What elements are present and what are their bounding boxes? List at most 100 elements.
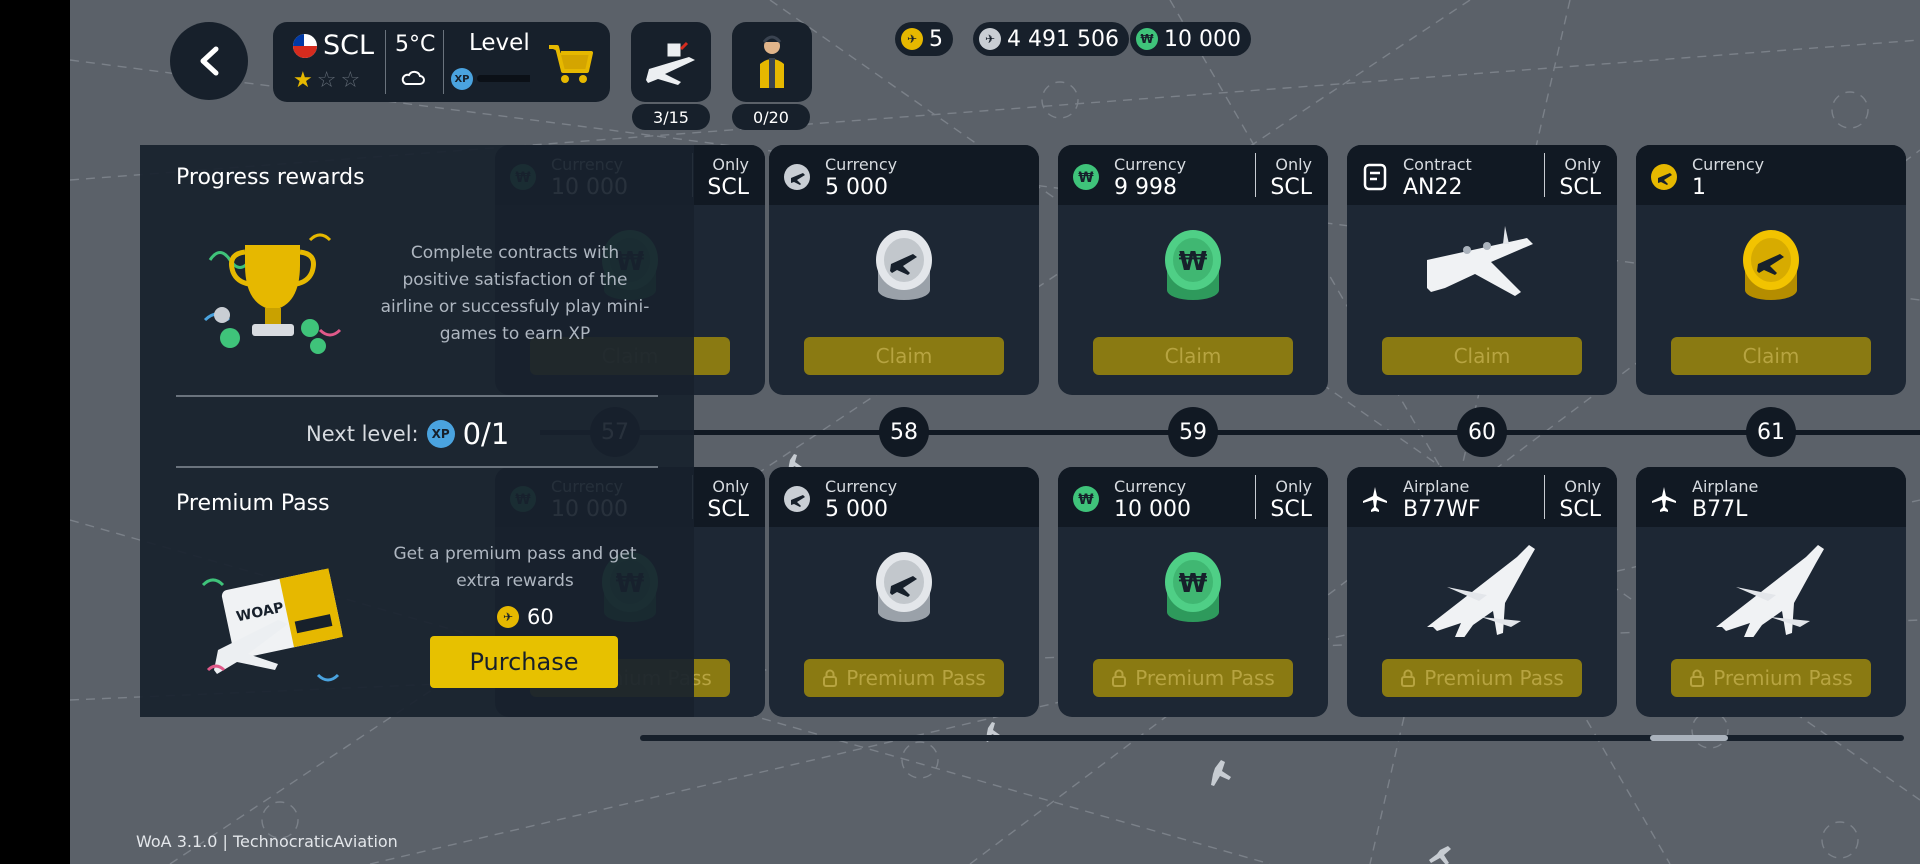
purchase-button[interactable]: Purchase: [430, 636, 618, 688]
green-w-coin-icon: ₩: [1136, 28, 1158, 50]
progress-rewards-title: Progress rewards: [176, 165, 365, 190]
divider: [1544, 475, 1545, 519]
premium-pass-button[interactable]: Premium Pass: [1093, 659, 1293, 697]
premium-pass-button[interactable]: Premium Pass: [804, 659, 1004, 697]
divider: [385, 30, 386, 94]
premium-pass-illustration: WOAP: [201, 568, 343, 682]
next-level-label: Next level:: [306, 422, 419, 446]
scrollbar-thumb[interactable]: [1650, 735, 1728, 741]
progress-description: Complete contracts with positive satisfa…: [380, 243, 650, 344]
svg-text:₩: ₩: [1179, 569, 1208, 599]
currency-green[interactable]: ₩ 10 000: [1130, 22, 1251, 56]
divider: [176, 466, 658, 468]
reward-card: Currency 5 000 Claim: [769, 145, 1039, 395]
reward-gold-coin-image: [1636, 215, 1906, 315]
currency-silver[interactable]: ✈ 4 491 506: [973, 22, 1129, 56]
level-number: 58: [890, 419, 918, 445]
reward-card-header: Airplane B77WF Only SCL: [1347, 467, 1617, 527]
reward-type-label: Currency: [825, 477, 898, 496]
reward-value: AN22: [1403, 175, 1463, 200]
reward-card: Currency 5 000 Premium Pass: [769, 467, 1039, 717]
contract-icon: [1361, 163, 1389, 191]
claim-button[interactable]: Claim: [1382, 337, 1582, 375]
divider: [1255, 475, 1256, 519]
only-label: Only: [712, 477, 749, 496]
premium-pass-title: Premium Pass: [176, 491, 330, 516]
staff-person-icon: [760, 35, 784, 88]
reward-type-label: Currency: [1114, 477, 1187, 496]
price-value: 60: [527, 605, 554, 629]
reward-card-header: Currency 5 000: [769, 145, 1039, 205]
divider: [443, 30, 444, 94]
trophy-illustration: [203, 233, 342, 354]
reward-value: 9 998: [1114, 175, 1177, 200]
lock-icon: [1401, 669, 1416, 687]
lock-icon: [1690, 669, 1705, 687]
reward-card-header: ₩ Currency 10 000 Only SCL: [1058, 467, 1328, 527]
divider: [176, 395, 658, 397]
back-button[interactable]: [170, 22, 248, 100]
reward-turboprop-plane-image: [1347, 215, 1617, 315]
claim-button[interactable]: Claim: [1671, 337, 1871, 375]
reward-type-label: Airplane: [1692, 477, 1759, 496]
xp-icon: XP: [426, 420, 455, 448]
reward-card-header: Currency 5 000: [769, 467, 1039, 527]
airplane-icon: [1650, 485, 1678, 513]
currency-gold[interactable]: ✈ 5: [895, 22, 953, 56]
premium-pass-button[interactable]: Premium Pass: [1382, 659, 1582, 697]
svg-text:₩: ₩: [1078, 170, 1094, 186]
reward-green-coin-image: ₩: [1058, 537, 1328, 637]
airport-stars: ★☆☆: [293, 68, 364, 93]
silver-plane-coin-icon: [783, 163, 811, 191]
reward-value: 1: [1692, 175, 1706, 200]
level-marker: 61: [1746, 407, 1796, 457]
divider: [1255, 153, 1256, 197]
shop-button[interactable]: [530, 22, 610, 102]
reward-green-coin-image: ₩: [1058, 215, 1328, 315]
xp-icon: XP: [451, 68, 473, 90]
button-label: Premium Pass: [1424, 666, 1564, 690]
price-row: ✈ 60: [497, 605, 554, 629]
reward-type-label: Currency: [1692, 155, 1765, 174]
airplane-icon: [1361, 485, 1389, 513]
level-number: 61: [1757, 419, 1785, 445]
rewards-scrollbar[interactable]: [640, 735, 1904, 741]
divider: [1544, 153, 1545, 197]
claim-button[interactable]: Claim: [1093, 337, 1293, 375]
green-w-coin-icon: ₩: [1072, 485, 1100, 513]
lock-icon: [823, 669, 838, 687]
currency-value: 10 000: [1164, 26, 1241, 52]
reward-type-label: Airplane: [1403, 477, 1470, 496]
level-marker: 59: [1168, 407, 1218, 457]
reward-value: 5 000: [825, 497, 888, 522]
shopping-cart-icon: [549, 45, 593, 83]
staff-button[interactable]: [732, 22, 812, 102]
only-airport: SCL: [1270, 175, 1312, 200]
only-label: Only: [1275, 155, 1312, 174]
temperature: 5°C: [395, 32, 436, 57]
reward-card: Airplane B77WF Only SCL Premium Pass: [1347, 467, 1617, 717]
silver-plane-coin-icon: ✈: [979, 28, 1001, 50]
reward-type-label: Contract: [1403, 155, 1472, 174]
airport-code: SCL: [323, 30, 375, 61]
level-track: [540, 430, 1920, 435]
only-airport: SCL: [707, 175, 749, 200]
staff-count-badge: 0/20: [732, 104, 810, 130]
cargo-contracts-button[interactable]: [631, 22, 711, 102]
reward-silver-coin-image: [769, 537, 1039, 637]
gold-plane-coin-icon: [1650, 163, 1678, 191]
claim-button[interactable]: Claim: [804, 337, 1004, 375]
silver-plane-coin-icon: [783, 485, 811, 513]
reward-card-header: Contract AN22 Only SCL: [1347, 145, 1617, 205]
chile-flag-icon: [293, 34, 317, 58]
level-number: 60: [1468, 419, 1496, 445]
only-label: Only: [1564, 477, 1601, 496]
button-label: Claim: [875, 344, 933, 368]
chevron-left-icon: [200, 46, 219, 76]
premium-description: Get a premium pass and get extra rewards: [393, 544, 637, 591]
level-number: 59: [1179, 419, 1207, 445]
premium-pass-button[interactable]: Premium Pass: [1671, 659, 1871, 697]
reward-jet-plane-image: [1636, 537, 1906, 637]
reward-card-header: Airplane B77L: [1636, 467, 1906, 527]
currency-value: 4 491 506: [1007, 26, 1119, 52]
